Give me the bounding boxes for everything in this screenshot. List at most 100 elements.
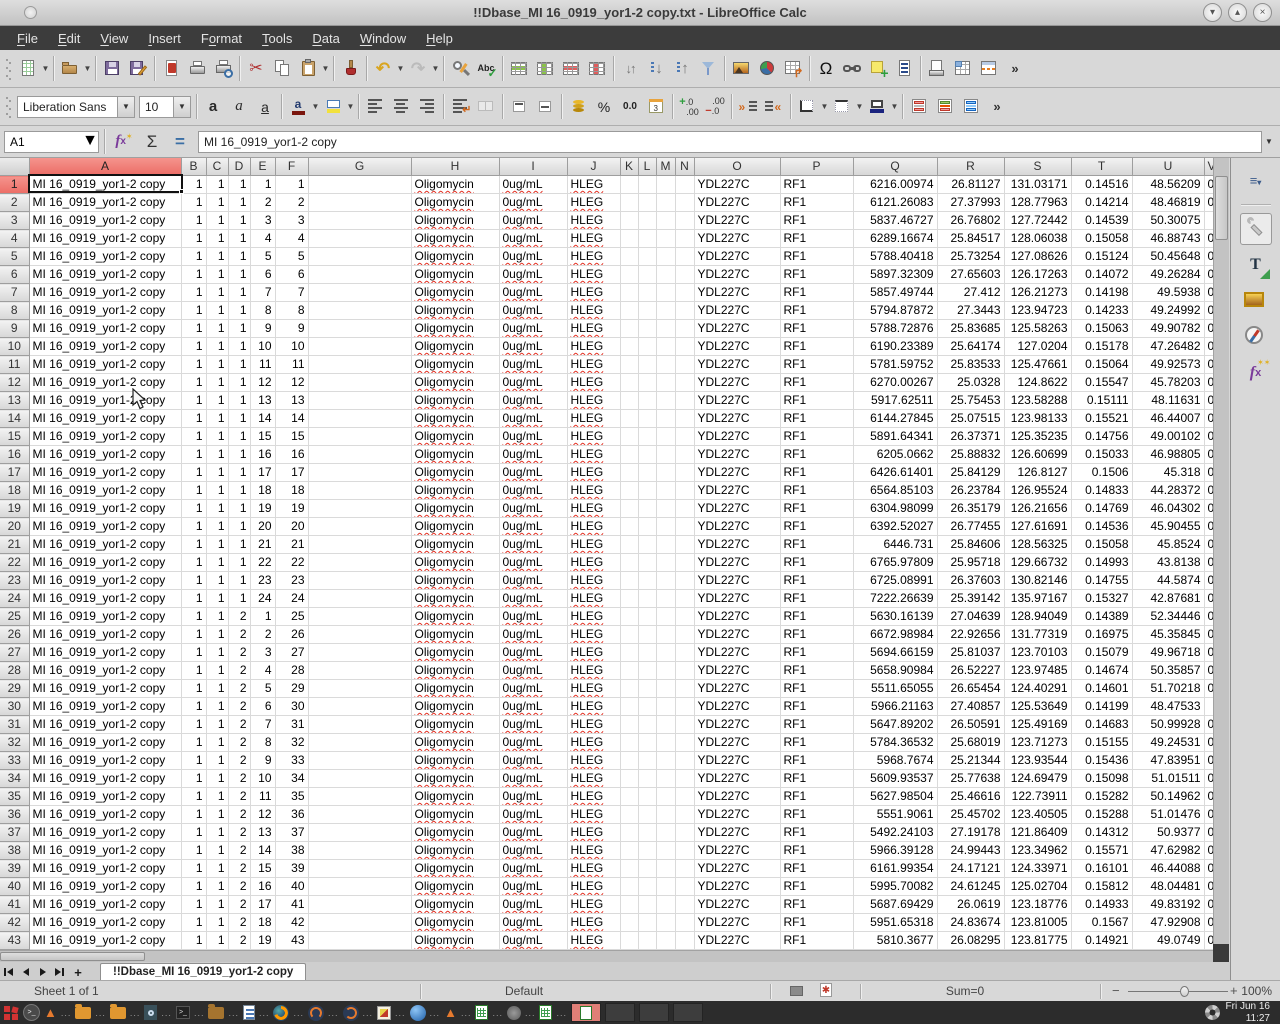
cell-U40[interactable]: 48.04481 bbox=[1132, 878, 1204, 896]
cell-U38[interactable]: 47.62982 bbox=[1132, 842, 1204, 860]
cell-I3[interactable]: 0ug/mL bbox=[499, 212, 567, 230]
taskbar-photo-viewer-icon[interactable] bbox=[377, 1003, 391, 1023]
cell-H31[interactable]: Oligomycin bbox=[411, 716, 499, 734]
cell-D22[interactable]: 1 bbox=[228, 554, 250, 572]
cell-U28[interactable]: 50.35857 bbox=[1132, 662, 1204, 680]
cell-V33[interactable]: 0. bbox=[1204, 752, 1213, 770]
vertical-scrollbar[interactable] bbox=[1213, 158, 1229, 950]
sort-button[interactable]: ↓↑ bbox=[617, 55, 643, 83]
workspace-pager-slot[interactable] bbox=[605, 1003, 635, 1022]
cell-M22[interactable] bbox=[656, 554, 675, 572]
cell-R27[interactable]: 25.81037 bbox=[937, 644, 1004, 662]
increase-indent-button[interactable]: » bbox=[735, 93, 761, 121]
cell-Q7[interactable]: 5857.49744 bbox=[853, 284, 937, 302]
cell-F21[interactable]: 21 bbox=[275, 536, 308, 554]
cell-O3[interactable]: YDL227C bbox=[694, 212, 780, 230]
cell-M1[interactable] bbox=[656, 176, 675, 194]
cell-H30[interactable]: Oligomycin bbox=[411, 698, 499, 716]
cell-N39[interactable] bbox=[675, 860, 694, 878]
last-sheet-button[interactable] bbox=[51, 964, 68, 980]
cell-U4[interactable]: 46.88743 bbox=[1132, 230, 1204, 248]
cell-B42[interactable]: 1 bbox=[181, 914, 206, 932]
cell-Q12[interactable]: 6270.00267 bbox=[853, 374, 937, 392]
cell-O13[interactable]: YDL227C bbox=[694, 392, 780, 410]
cell-S39[interactable]: 124.33971 bbox=[1004, 860, 1071, 878]
row-header-8[interactable]: 8 bbox=[0, 302, 29, 320]
cell-H5[interactable]: Oligomycin bbox=[411, 248, 499, 266]
cell-E32[interactable]: 8 bbox=[250, 734, 275, 752]
cell-L42[interactable] bbox=[638, 914, 656, 932]
cell-M7[interactable] bbox=[656, 284, 675, 302]
cell-T36[interactable]: 0.15288 bbox=[1071, 806, 1132, 824]
cell-A4[interactable]: MI 16_0919_yor1-2 copy bbox=[29, 230, 181, 248]
cell-T33[interactable]: 0.15436 bbox=[1071, 752, 1132, 770]
cell-H7[interactable]: Oligomycin bbox=[411, 284, 499, 302]
cell-M25[interactable] bbox=[656, 608, 675, 626]
cell-F43[interactable]: 43 bbox=[275, 932, 308, 950]
highlight-color-dropdown-icon[interactable]: ▼ bbox=[346, 102, 355, 111]
horizontal-scrollbar[interactable] bbox=[0, 950, 1213, 962]
cell-R14[interactable]: 25.07515 bbox=[937, 410, 1004, 428]
row-header-6[interactable]: 6 bbox=[0, 266, 29, 284]
taskbar-calc-green-1-icon[interactable] bbox=[475, 1003, 488, 1023]
taskbar-firefox-dark-2-icon[interactable] bbox=[343, 1003, 359, 1023]
cell-O18[interactable]: YDL227C bbox=[694, 482, 780, 500]
cell-J32[interactable]: HLEG bbox=[567, 734, 620, 752]
cell-B37[interactable]: 1 bbox=[181, 824, 206, 842]
cell-P5[interactable]: RF1 bbox=[780, 248, 853, 266]
cell-B41[interactable]: 1 bbox=[181, 896, 206, 914]
cell-P24[interactable]: RF1 bbox=[780, 590, 853, 608]
close-button[interactable]: × bbox=[1253, 3, 1272, 22]
cell-F13[interactable]: 13 bbox=[275, 392, 308, 410]
cell-K18[interactable] bbox=[620, 482, 638, 500]
cell-C13[interactable]: 1 bbox=[206, 392, 228, 410]
cell-D11[interactable]: 1 bbox=[228, 356, 250, 374]
sidebar-functions-icon[interactable]: fx✶✶ bbox=[1240, 357, 1272, 389]
cell-O43[interactable]: YDL227C bbox=[694, 932, 780, 950]
cell-C34[interactable]: 1 bbox=[206, 770, 228, 788]
split-window-button[interactable] bbox=[976, 55, 1002, 83]
cell-I25[interactable]: 0ug/mL bbox=[499, 608, 567, 626]
cell-O14[interactable]: YDL227C bbox=[694, 410, 780, 428]
cell-R22[interactable]: 25.95718 bbox=[937, 554, 1004, 572]
cell-G16[interactable] bbox=[308, 446, 411, 464]
row-header-20[interactable]: 20 bbox=[0, 518, 29, 536]
cell-V28[interactable]: 0. bbox=[1204, 662, 1213, 680]
cell-H3[interactable]: Oligomycin bbox=[411, 212, 499, 230]
row-header-21[interactable]: 21 bbox=[0, 536, 29, 554]
border-color-dropdown-icon[interactable]: ▼ bbox=[890, 102, 899, 111]
cell-V32[interactable]: 0. bbox=[1204, 734, 1213, 752]
cell-I9[interactable]: 0ug/mL bbox=[499, 320, 567, 338]
taskbar-matlab-icon[interactable]: ▲ bbox=[44, 1003, 57, 1023]
cell-R9[interactable]: 25.83685 bbox=[937, 320, 1004, 338]
cell-L36[interactable] bbox=[638, 806, 656, 824]
cell-T29[interactable]: 0.14601 bbox=[1071, 680, 1132, 698]
cell-D3[interactable]: 1 bbox=[228, 212, 250, 230]
cell-S14[interactable]: 123.98133 bbox=[1004, 410, 1071, 428]
cell-O35[interactable]: YDL227C bbox=[694, 788, 780, 806]
cell-B34[interactable]: 1 bbox=[181, 770, 206, 788]
cell-O32[interactable]: YDL227C bbox=[694, 734, 780, 752]
cell-Q13[interactable]: 5917.62511 bbox=[853, 392, 937, 410]
cell-Q14[interactable]: 6144.27845 bbox=[853, 410, 937, 428]
insert-comment-button[interactable]: + bbox=[865, 55, 891, 83]
cell-E26[interactable]: 2 bbox=[250, 626, 275, 644]
cell-M30[interactable] bbox=[656, 698, 675, 716]
cell-F16[interactable]: 16 bbox=[275, 446, 308, 464]
cell-C39[interactable]: 1 bbox=[206, 860, 228, 878]
cell-A2[interactable]: MI 16_0919_yor1-2 copy bbox=[29, 194, 181, 212]
cell-N13[interactable] bbox=[675, 392, 694, 410]
cell-B28[interactable]: 1 bbox=[181, 662, 206, 680]
cell-G31[interactable] bbox=[308, 716, 411, 734]
select-all-corner[interactable] bbox=[0, 158, 29, 176]
cell-T17[interactable]: 0.1506 bbox=[1071, 464, 1132, 482]
cell-L43[interactable] bbox=[638, 932, 656, 950]
redo-dropdown-icon[interactable]: ▼ bbox=[431, 64, 440, 73]
cell-H34[interactable]: Oligomycin bbox=[411, 770, 499, 788]
minimize-button[interactable]: ▾ bbox=[1203, 3, 1222, 22]
cell-G33[interactable] bbox=[308, 752, 411, 770]
cell-D17[interactable]: 1 bbox=[228, 464, 250, 482]
cell-N38[interactable] bbox=[675, 842, 694, 860]
cell-I20[interactable]: 0ug/mL bbox=[499, 518, 567, 536]
cell-O10[interactable]: YDL227C bbox=[694, 338, 780, 356]
